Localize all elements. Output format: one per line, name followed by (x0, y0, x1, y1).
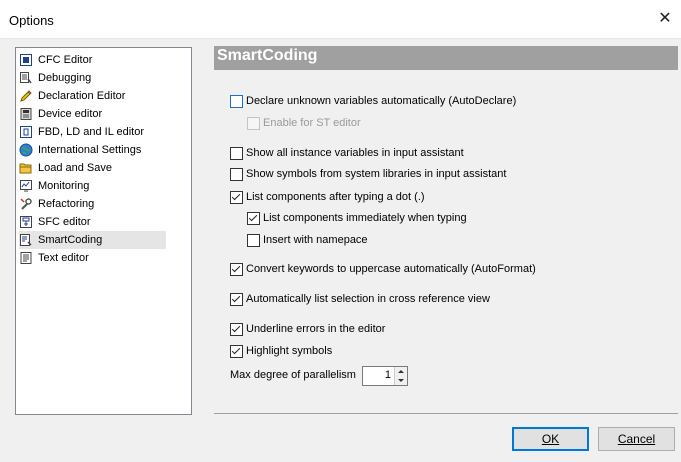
highlight-symbols-label: Highlight symbols (246, 345, 333, 357)
sidebar-item-label: Declaration Editor (38, 90, 126, 102)
list-components-dot-label: List components after typing a dot (.) (246, 191, 425, 203)
sidebar-item-label: Load and Save (38, 162, 113, 174)
sidebar-item-label: International Settings (38, 144, 142, 156)
highlight-symbols-checkbox[interactable] (230, 344, 243, 358)
sidebar-item-label: SFC editor (38, 216, 91, 228)
enable-st-checkbox (247, 116, 260, 130)
parallelism-value[interactable]: 1 (385, 369, 391, 381)
insert-namespace-option[interactable]: Insert with namepace (247, 232, 368, 248)
underline-errors-label: Underline errors in the editor (246, 323, 386, 335)
panel-title: SmartCoding (217, 47, 318, 64)
list-components-dot-checkbox[interactable] (230, 190, 243, 204)
list-cross-reference-label: Automatically list selection in cross re… (246, 293, 490, 305)
enable-st-option: Enable for ST editor (247, 115, 361, 131)
autodeclare-option[interactable]: Declare unknown variables automatically … (230, 93, 516, 109)
sidebar-item-monitoring[interactable]: Monitoring (19, 177, 166, 195)
parallelism-stepper[interactable]: 1 (362, 366, 408, 386)
underline-errors-checkbox[interactable] (230, 322, 243, 336)
folder-icon (19, 163, 32, 174)
show-system-libs-option[interactable]: Show symbols from system libraries in in… (230, 166, 506, 182)
show-system-libs-checkbox[interactable] (230, 167, 243, 181)
sidebar-item-label: Refactoring (38, 198, 95, 210)
autodeclare-label: Declare unknown variables automatically … (246, 95, 517, 107)
list-components-immediately-option[interactable]: List components immediately when typing (247, 210, 467, 226)
show-instance-vars-label: Show all instance variables in input ass… (246, 147, 464, 159)
sidebar-item-debugging[interactable]: Debugging (19, 69, 166, 87)
sidebar-item-device-editor[interactable]: Device editor (19, 105, 166, 123)
text-editor-icon (20, 252, 32, 264)
monitoring-icon (20, 180, 32, 192)
cancel-button[interactable]: Cancel (598, 427, 675, 451)
sidebar-item-smartcoding[interactable]: SmartCoding (19, 231, 166, 249)
debugging-icon (20, 72, 32, 84)
sidebar-item-sfc-editor[interactable]: SFC editor (19, 213, 166, 231)
fbd-ld-il-editor-icon (20, 126, 32, 138)
options-category-tree: CFC Editor Debugging Declaration Editor … (15, 47, 192, 415)
close-icon[interactable]: ✕ (653, 8, 677, 30)
parallelism-row: Max degree of parallelism (230, 367, 356, 383)
sidebar-item-fbd-ld-il-editor[interactable]: FBD, LD and IL editor (19, 123, 166, 141)
list-components-immediately-checkbox[interactable] (247, 211, 260, 225)
cancel-button-label: Cancel (617, 432, 656, 446)
declaration-editor-icon (20, 90, 32, 102)
convert-keywords-label: Convert keywords to uppercase automatica… (246, 263, 536, 275)
show-instance-vars-checkbox[interactable] (230, 146, 243, 160)
globe-icon (19, 143, 33, 157)
insert-namespace-checkbox[interactable] (247, 233, 260, 247)
sidebar-item-declaration-editor[interactable]: Declaration Editor (19, 87, 166, 105)
list-components-dot-option[interactable]: List components after typing a dot (.) (230, 189, 425, 205)
list-components-immediately-label: List components immediately when typing (263, 212, 467, 224)
smartcoding-icon (20, 234, 32, 246)
ok-button-label: OK (541, 432, 560, 446)
sidebar-item-load-and-save[interactable]: Load and Save (19, 159, 166, 177)
ok-button[interactable]: OK (512, 427, 589, 451)
window-title: Options (9, 13, 54, 28)
highlight-symbols-option[interactable]: Highlight symbols (230, 343, 332, 359)
sidebar-item-label: SmartCoding (38, 234, 103, 246)
list-cross-reference-checkbox[interactable] (230, 292, 243, 306)
sidebar-item-label: Text editor (38, 252, 89, 264)
enable-st-label: Enable for ST editor (263, 117, 361, 129)
autodeclare-checkbox[interactable] (230, 94, 243, 108)
sidebar-item-text-editor[interactable]: Text editor (19, 249, 166, 267)
sidebar-item-label: Monitoring (38, 180, 90, 192)
convert-keywords-option[interactable]: Convert keywords to uppercase automatica… (230, 261, 536, 277)
stepper-down-icon[interactable] (395, 376, 407, 385)
sfc-editor-icon (20, 216, 32, 228)
cfc-editor-icon (20, 54, 32, 66)
sidebar-item-international-settings[interactable]: International Settings (19, 141, 166, 159)
sidebar-item-cfc-editor[interactable]: CFC Editor (19, 51, 166, 69)
sidebar-item-label: Device editor (38, 108, 103, 120)
insert-namespace-label: Insert with namepace (263, 234, 368, 246)
show-instance-vars-option[interactable]: Show all instance variables in input ass… (230, 145, 464, 161)
refactoring-icon (20, 198, 32, 210)
stepper-buttons (394, 367, 407, 385)
underline-errors-option[interactable]: Underline errors in the editor (230, 321, 385, 337)
list-cross-reference-option[interactable]: Automatically list selection in cross re… (230, 291, 490, 307)
dialog-body: CFC Editor Debugging Declaration Editor … (0, 39, 681, 462)
footer-divider (214, 413, 678, 414)
device-editor-icon (20, 108, 32, 120)
panel-header: SmartCoding (214, 46, 678, 70)
sidebar-item-label: FBD, LD and IL editor (38, 126, 144, 138)
sidebar-item-refactoring[interactable]: Refactoring (19, 195, 166, 213)
title-bar: Options ✕ (0, 0, 681, 39)
sidebar-item-label: Debugging (38, 72, 92, 84)
show-system-libs-label: Show symbols from system libraries in in… (246, 168, 507, 180)
sidebar-item-label: CFC Editor (38, 54, 93, 66)
convert-keywords-checkbox[interactable] (230, 262, 243, 276)
parallelism-label: Max degree of parallelism (230, 369, 356, 381)
